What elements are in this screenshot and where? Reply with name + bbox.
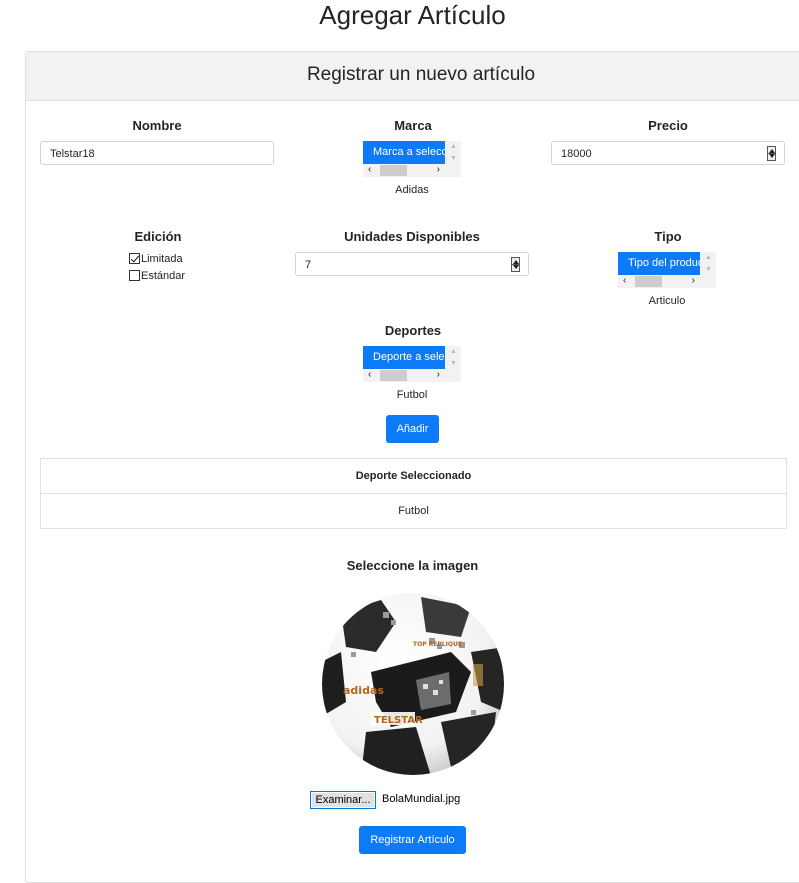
ball-image: adidas TELSTAR TOP REPLIQUE (321, 592, 505, 776)
deportes-option[interactable]: Deporte a seleccionar (363, 346, 445, 369)
deportes-vscroll[interactable]: ▲ ▼ (445, 346, 461, 369)
scroll-left-icon[interactable]: ‹ (368, 164, 371, 176)
nombre-label: Nombre (132, 118, 182, 133)
ball-brand-text: adidas (343, 684, 384, 697)
file-name: BolaMundial.jpg (382, 793, 461, 805)
scroll-thumb[interactable] (380, 370, 407, 381)
tipo-vscroll[interactable]: ▲ ▼ (700, 252, 716, 275)
submit-button[interactable]: Registrar Artículo (359, 826, 466, 854)
marca-select[interactable]: Marca a seleccionar ▲▼ ‹ › (363, 141, 461, 177)
deportes-label: Deportes (384, 323, 442, 338)
marca-hscroll[interactable]: ‹ › (363, 164, 445, 177)
scroll-right-icon[interactable]: › (437, 369, 440, 381)
scroll-corner (700, 275, 716, 288)
soccer-ball-icon: adidas TELSTAR TOP REPLIQUE (322, 593, 504, 775)
edicion-option-limitada[interactable]: Limitada (129, 252, 183, 266)
unidades-spinner[interactable] (511, 257, 520, 272)
scroll-left-icon[interactable]: ‹ (368, 369, 371, 381)
deportes-selected: Futbol (396, 389, 428, 401)
unidades-label: Unidades Disponibles (344, 229, 480, 244)
tipo-selected: Articulo (648, 295, 686, 307)
unidades-input[interactable]: 7 (295, 252, 529, 276)
selected-sports-table: Deporte Seleccionado Futbol (40, 458, 787, 529)
image-label: Seleccione la imagen (346, 558, 479, 573)
add-button[interactable]: Añadir (386, 415, 439, 443)
tipo-hscroll[interactable]: ‹ › (618, 275, 700, 288)
tipo-select[interactable]: Tipo del producto ▲▼ ‹ › (618, 252, 716, 288)
scroll-thumb[interactable] (380, 165, 407, 176)
precio-value: 18000 (561, 148, 592, 160)
tipo-label: Tipo (654, 229, 682, 244)
marca-option[interactable]: Marca a seleccionar (363, 141, 445, 164)
estandar-checkbox[interactable] (129, 270, 140, 281)
tipo-option[interactable]: Tipo del producto (618, 252, 700, 275)
precio-spinner[interactable] (767, 146, 776, 161)
marca-selected: Adidas (395, 184, 429, 196)
deportes-select[interactable]: Deporte a seleccionar ▲▼ ‹ › (363, 346, 461, 382)
estandar-label: Estándar (141, 270, 186, 282)
scroll-right-icon[interactable]: › (437, 164, 440, 176)
scroll-corner (445, 369, 461, 382)
table-row: Futbol (398, 505, 429, 517)
card-header: Registrar un nuevo artículo (26, 52, 799, 101)
edicion-label: Edición (134, 229, 182, 244)
ball-model-text: TELSTAR (374, 715, 423, 726)
scroll-thumb[interactable] (635, 276, 662, 287)
marca-label: Marca (394, 118, 432, 133)
marca-vscroll[interactable]: ▲ ▼ (445, 141, 461, 164)
unidades-value: 7 (305, 259, 312, 271)
browse-button[interactable]: Examinar... (310, 791, 376, 809)
scroll-corner (445, 164, 461, 177)
nombre-input[interactable]: Telstar18 (40, 141, 274, 165)
svg-text:TOP REPLIQUE: TOP REPLIQUE (413, 641, 462, 648)
table-header: Deporte Seleccionado (41, 459, 786, 494)
precio-input[interactable]: 18000 (551, 141, 785, 165)
limitada-label: Limitada (141, 253, 183, 265)
deportes-hscroll[interactable]: ‹ › (363, 369, 445, 382)
limitada-checkbox[interactable] (129, 253, 140, 264)
edicion-option-estandar[interactable]: Estándar (129, 269, 185, 283)
scroll-left-icon[interactable]: ‹ (623, 275, 626, 287)
precio-label: Precio (648, 118, 688, 133)
scroll-right-icon[interactable]: › (692, 275, 695, 287)
page-title: Agregar Artículo (319, 0, 506, 30)
